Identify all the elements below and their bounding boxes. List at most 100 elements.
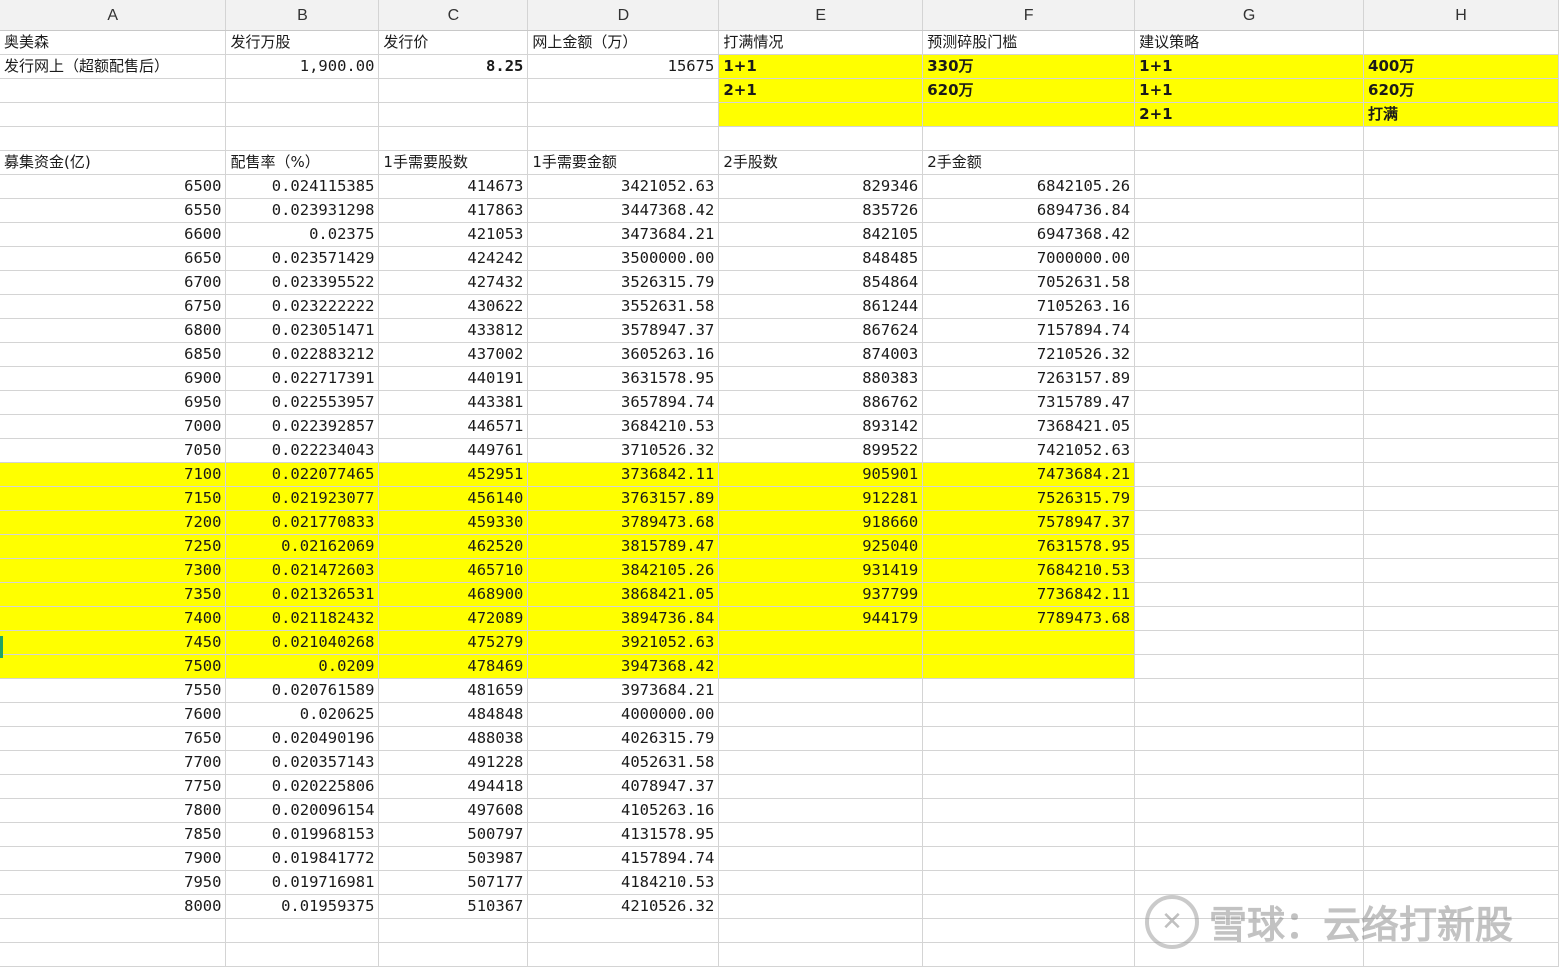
cell-e21[interactable]: 918660 [718, 510, 924, 535]
cell-d8[interactable]: 3447368.42 [527, 198, 720, 223]
cell-f22[interactable]: 7631578.95 [922, 534, 1136, 559]
cell-c6[interactable]: 1手需要股数 [378, 150, 529, 175]
cell-d5[interactable] [527, 126, 720, 151]
cell-h27[interactable] [1363, 654, 1559, 679]
cell-d28[interactable]: 3973684.21 [527, 678, 720, 703]
cell-a5[interactable] [0, 126, 227, 151]
cell-f25[interactable]: 7789473.68 [922, 606, 1136, 631]
cell-b30[interactable]: 0.020490196 [225, 726, 380, 751]
cell-c25[interactable]: 472089 [378, 606, 529, 631]
cell-b9[interactable]: 0.02375 [225, 222, 380, 247]
cell-h26[interactable] [1363, 630, 1559, 655]
cell-a18[interactable]: 7050 [0, 438, 227, 463]
cell-a6[interactable]: 募集资金(亿) [0, 150, 227, 175]
cell-h35[interactable] [1363, 846, 1559, 871]
empty-cell[interactable] [718, 918, 924, 943]
cell-g26[interactable] [1134, 630, 1365, 655]
cell-h12[interactable] [1363, 294, 1559, 319]
cell-c7[interactable]: 414673 [378, 174, 529, 199]
cell-e18[interactable]: 899522 [718, 438, 924, 463]
cell-b13[interactable]: 0.023051471 [225, 318, 380, 343]
cell-d1[interactable]: 网上金额（万） [527, 30, 720, 55]
cell-b2[interactable]: 1,900.00 [225, 54, 380, 79]
cell-b24[interactable]: 0.021326531 [225, 582, 380, 607]
cell-e12[interactable]: 861244 [718, 294, 924, 319]
cell-b32[interactable]: 0.020225806 [225, 774, 380, 799]
empty-cell[interactable] [0, 918, 227, 943]
empty-cell[interactable] [527, 942, 720, 967]
cell-c19[interactable]: 452951 [378, 462, 529, 487]
cell-f24[interactable]: 7736842.11 [922, 582, 1136, 607]
empty-cell[interactable] [718, 942, 924, 967]
cell-f1[interactable]: 预测碎股门槛 [922, 30, 1136, 55]
cell-g13[interactable] [1134, 318, 1365, 343]
cell-b16[interactable]: 0.022553957 [225, 390, 380, 415]
cell-d29[interactable]: 4000000.00 [527, 702, 720, 727]
cell-c15[interactable]: 440191 [378, 366, 529, 391]
cell-h1[interactable] [1363, 30, 1559, 55]
cell-d2[interactable]: 15675 [527, 54, 720, 79]
cell-e1[interactable]: 打满情况 [718, 30, 924, 55]
cell-c26[interactable]: 475279 [378, 630, 529, 655]
cell-a13[interactable]: 6800 [0, 318, 227, 343]
cell-c28[interactable]: 481659 [378, 678, 529, 703]
cell-f23[interactable]: 7684210.53 [922, 558, 1136, 583]
cell-c20[interactable]: 456140 [378, 486, 529, 511]
empty-cell[interactable] [225, 918, 380, 943]
cell-h3[interactable]: 620万 [1363, 78, 1559, 103]
cell-h13[interactable] [1363, 318, 1559, 343]
cell-g6[interactable] [1134, 150, 1365, 175]
cell-a16[interactable]: 6950 [0, 390, 227, 415]
cell-d33[interactable]: 4105263.16 [527, 798, 720, 823]
cell-f15[interactable]: 7263157.89 [922, 366, 1136, 391]
cell-f4[interactable] [922, 102, 1136, 127]
cell-g30[interactable] [1134, 726, 1365, 751]
cell-c35[interactable]: 503987 [378, 846, 529, 871]
cell-h4[interactable]: 打满 [1363, 102, 1559, 127]
cell-b25[interactable]: 0.021182432 [225, 606, 380, 631]
cell-d20[interactable]: 3763157.89 [527, 486, 720, 511]
cell-d19[interactable]: 3736842.11 [527, 462, 720, 487]
cell-g22[interactable] [1134, 534, 1365, 559]
cell-h17[interactable] [1363, 414, 1559, 439]
cell-h11[interactable] [1363, 270, 1559, 295]
cell-h36[interactable] [1363, 870, 1559, 895]
cell-f11[interactable]: 7052631.58 [922, 270, 1136, 295]
cell-b23[interactable]: 0.021472603 [225, 558, 380, 583]
cell-a17[interactable]: 7000 [0, 414, 227, 439]
cell-f32[interactable] [922, 774, 1136, 799]
cell-g32[interactable] [1134, 774, 1365, 799]
cell-b20[interactable]: 0.021923077 [225, 486, 380, 511]
cell-e15[interactable]: 880383 [718, 366, 924, 391]
cell-h6[interactable] [1363, 150, 1559, 175]
cell-b15[interactable]: 0.022717391 [225, 366, 380, 391]
cell-a28[interactable]: 7550 [0, 678, 227, 703]
cell-c12[interactable]: 430622 [378, 294, 529, 319]
cell-f19[interactable]: 7473684.21 [922, 462, 1136, 487]
cell-h34[interactable] [1363, 822, 1559, 847]
cell-e19[interactable]: 905901 [718, 462, 924, 487]
cell-b35[interactable]: 0.019841772 [225, 846, 380, 871]
cell-g9[interactable] [1134, 222, 1365, 247]
cell-g33[interactable] [1134, 798, 1365, 823]
empty-cell[interactable] [225, 942, 380, 967]
empty-cell[interactable] [922, 918, 1136, 943]
cell-h22[interactable] [1363, 534, 1559, 559]
cell-h31[interactable] [1363, 750, 1559, 775]
cell-g5[interactable] [1134, 126, 1365, 151]
cell-f5[interactable] [922, 126, 1136, 151]
cell-f31[interactable] [922, 750, 1136, 775]
cell-e29[interactable] [718, 702, 924, 727]
cell-b18[interactable]: 0.022234043 [225, 438, 380, 463]
cell-b37[interactable]: 0.01959375 [225, 894, 380, 919]
cell-e5[interactable] [718, 126, 924, 151]
cell-f18[interactable]: 7421052.63 [922, 438, 1136, 463]
cell-a37[interactable]: 8000 [0, 894, 227, 919]
cell-b11[interactable]: 0.023395522 [225, 270, 380, 295]
cell-e10[interactable]: 848485 [718, 246, 924, 271]
cell-g35[interactable] [1134, 846, 1365, 871]
cell-e36[interactable] [718, 870, 924, 895]
cell-e27[interactable] [718, 654, 924, 679]
cell-f6[interactable]: 2手金额 [922, 150, 1136, 175]
cell-e23[interactable]: 931419 [718, 558, 924, 583]
